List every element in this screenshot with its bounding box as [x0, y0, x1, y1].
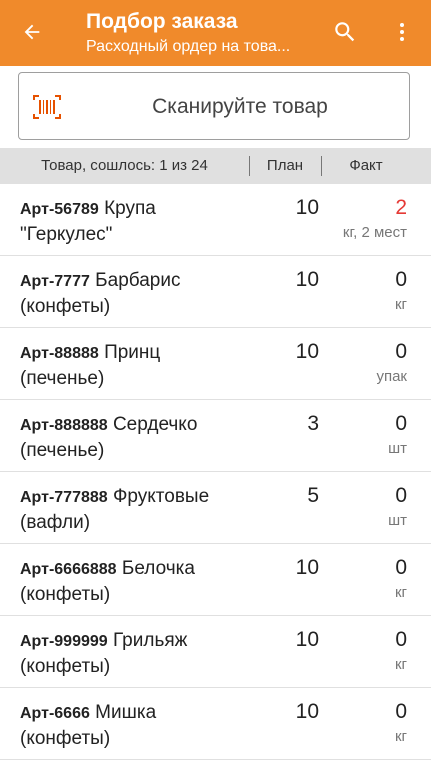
- product-name-line1: Крупа: [104, 198, 156, 219]
- arrow-left-icon: [24, 24, 40, 40]
- list-item[interactable]: Арт-777888 Фруктовые (вафли) 5 0 шт: [0, 472, 431, 544]
- product-name-line1: Белочка: [121, 558, 195, 579]
- product-name-line1: Сердечко: [112, 414, 198, 435]
- product-name-line2: "Геркулес": [20, 224, 113, 245]
- product-article: Арт-7777: [20, 273, 90, 290]
- more-vert-icon: [400, 23, 404, 41]
- plan-qty: 10: [295, 628, 319, 651]
- product-name-line1: Фруктовые: [112, 486, 210, 507]
- plan-qty: 5: [307, 484, 319, 507]
- product-name: Арт-999999 Грильяж (конфеты): [20, 628, 260, 679]
- product-name: Арт-6666888 Белочка (конфеты): [20, 556, 260, 607]
- unit-label: кг, 2 мест: [342, 224, 407, 241]
- list-item[interactable]: Арт-6666888 Белочка (конфеты) 10 0 кг: [0, 544, 431, 616]
- table-header: Товар, сошлось: 1 из 24 План Факт: [0, 148, 431, 184]
- product-name-line2: (конфеты): [20, 296, 111, 317]
- fact-qty: 0: [395, 268, 407, 291]
- more-options-button[interactable]: [386, 16, 418, 48]
- header-fact: Факт: [349, 157, 383, 174]
- product-name: Арт-888888 Сердечко (печенье): [20, 412, 260, 463]
- product-name: Арт-88888 Принц (печенье): [20, 340, 260, 391]
- fact-qty: 0: [395, 556, 407, 579]
- plan-qty: 10: [295, 196, 319, 219]
- unit-label: кг: [394, 296, 407, 313]
- list-item[interactable]: Арт-6666 Мишка (конфеты) 10 0 кг: [0, 688, 431, 760]
- product-name: Арт-6666 Мишка (конфеты): [20, 700, 260, 751]
- plan-qty: 10: [295, 340, 319, 363]
- fact-qty: 0: [395, 628, 407, 651]
- plan-qty: 10: [295, 700, 319, 723]
- product-name: Арт-56789 Крупа "Геркулес": [20, 196, 260, 247]
- product-article: Арт-56789: [20, 201, 99, 218]
- product-name-line2: (вафли): [20, 512, 91, 533]
- unit-label: шт: [388, 512, 407, 529]
- product-article: Арт-6666: [20, 705, 90, 722]
- product-list: Арт-56789 Крупа "Геркулес" 10 2 кг, 2 мест Ар…: [0, 184, 431, 760]
- fact-qty: 0: [395, 412, 407, 435]
- product-name: Арт-7777 Барбарис (конфеты): [20, 268, 260, 319]
- plan-qty: 10: [295, 268, 319, 291]
- plan-qty: 10: [295, 556, 319, 579]
- product-name-line2: (печенье): [20, 440, 105, 461]
- back-button[interactable]: [14, 17, 50, 47]
- product-article: Арт-777888: [20, 489, 108, 506]
- scan-label: Сканируйте товар: [152, 95, 328, 118]
- fact-qty: 0: [395, 700, 407, 723]
- list-item[interactable]: Арт-7777 Барбарис (конфеты) 10 0 кг: [0, 256, 431, 328]
- fact-qty: 2: [395, 196, 407, 219]
- product-name-line1: Мишка: [95, 702, 157, 723]
- list-item[interactable]: Арт-56789 Крупа "Геркулес" 10 2 кг, 2 мест: [0, 184, 431, 256]
- header-plan: План: [266, 157, 304, 174]
- list-item[interactable]: Арт-888888 Сердечко (печенье) 3 0 шт: [0, 400, 431, 472]
- product-article: Арт-88888: [20, 345, 99, 362]
- unit-label: кг: [394, 584, 407, 601]
- product-name: Арт-777888 Фруктовые (вафли): [20, 484, 260, 535]
- product-name-line2: (конфеты): [20, 656, 111, 677]
- list-item[interactable]: Арт-999999 Грильяж (конфеты) 10 0 кг: [0, 616, 431, 688]
- scan-product-button[interactable]: Сканируйте товар: [18, 72, 410, 140]
- page-title: Подбор заказа: [86, 10, 238, 33]
- page-subtitle: Расходный ордер на това...: [86, 38, 291, 55]
- product-article: Арт-888888: [20, 417, 108, 434]
- header-product: Товар, сошлось: 1 из 24: [41, 157, 208, 174]
- product-name-line1: Принц: [104, 342, 161, 363]
- product-name-line1: Барбарис: [95, 270, 181, 291]
- fact-qty: 0: [395, 484, 407, 507]
- app-bar: Подбор заказа Расходный ордер на това...: [0, 0, 431, 66]
- product-article: Арт-6666888: [20, 561, 117, 578]
- product-name-line2: (печенье): [20, 368, 105, 389]
- product-article: Арт-999999: [20, 633, 108, 650]
- product-name-line1: Грильяж: [112, 630, 188, 651]
- fact-qty: 0: [395, 340, 407, 363]
- unit-label: упак: [376, 368, 407, 385]
- product-name-line2: (конфеты): [20, 584, 111, 605]
- search-button[interactable]: [329, 16, 361, 48]
- plan-qty: 3: [307, 412, 319, 435]
- product-name-line2: (конфеты): [20, 728, 111, 749]
- search-icon: [335, 22, 355, 42]
- list-item[interactable]: Арт-88888 Принц (печенье) 10 0 упак: [0, 328, 431, 400]
- unit-label: шт: [388, 440, 407, 457]
- unit-label: кг: [394, 656, 407, 673]
